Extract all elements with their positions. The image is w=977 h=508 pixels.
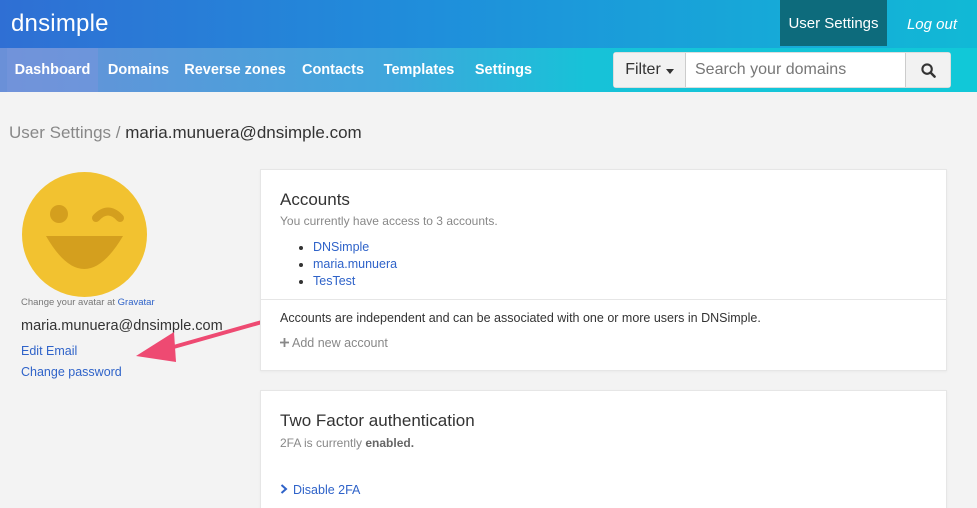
accounts-title: Accounts — [280, 190, 350, 209]
search-icon — [920, 62, 936, 78]
winking-smiley-icon — [22, 172, 147, 297]
list-item: DNSimple — [299, 240, 397, 257]
tab-dashboard[interactable]: Dashboard — [7, 48, 98, 92]
chevron-right-icon — [280, 484, 288, 494]
account-link-dnsimple[interactable]: DNSimple — [313, 240, 369, 254]
panel-divider — [261, 299, 946, 300]
accounts-panel: Accounts You currently have access to 3 … — [260, 169, 947, 371]
breadcrumb-current: maria.munuera@dnsimple.com — [125, 123, 362, 142]
twofa-title: Two Factor authentication — [280, 411, 475, 430]
filter-dropdown-button[interactable]: Filter — [614, 53, 686, 87]
plus-icon — [280, 338, 289, 347]
add-account-button[interactable]: Add new account — [280, 336, 388, 350]
accounts-note: Accounts are independent and can be asso… — [280, 311, 761, 325]
avatar-caption: Change your avatar at Gravatar — [21, 297, 155, 308]
logout-link[interactable]: Log out — [887, 0, 977, 48]
twofa-status-prefix: 2FA is currently — [280, 436, 363, 450]
twofa-status: 2FA is currently enabled. — [280, 436, 414, 450]
account-link-testest[interactable]: TesTest — [313, 274, 355, 288]
twofa-panel: Two Factor authentication 2FA is current… — [260, 390, 947, 508]
tab-contacts[interactable]: Contacts — [293, 48, 373, 92]
domain-search: Filter — [613, 52, 951, 88]
caret-down-icon — [665, 68, 674, 74]
user-settings-link[interactable]: User Settings — [780, 0, 887, 46]
tab-settings[interactable]: Settings — [465, 48, 542, 92]
breadcrumb-parent[interactable]: User Settings / — [9, 123, 121, 142]
edit-email-link[interactable]: Edit Email — [21, 344, 77, 358]
tab-reverse-zones[interactable]: Reverse zones — [178, 48, 292, 92]
search-input[interactable] — [686, 53, 905, 87]
change-password-link[interactable]: Change password — [21, 365, 122, 379]
tab-templates[interactable]: Templates — [374, 48, 464, 92]
disable-2fa-link[interactable]: Disable 2FA — [280, 483, 360, 497]
search-button[interactable] — [905, 53, 950, 87]
filter-label: Filter — [625, 61, 661, 78]
avatar-caption-text: Change your avatar at — [21, 297, 116, 308]
arrow-annotation-icon — [136, 320, 264, 362]
add-account-label: Add new account — [292, 336, 388, 350]
list-item: maria.munuera — [299, 257, 397, 274]
gravatar-link[interactable]: Gravatar — [118, 297, 155, 308]
disable-2fa-label: Disable 2FA — [293, 483, 361, 497]
list-item: TesTest — [299, 274, 397, 291]
account-link-maria-munuera[interactable]: maria.munuera — [313, 257, 397, 271]
accounts-list: DNSimple maria.munuera TesTest — [299, 240, 397, 291]
tab-domains[interactable]: Domains — [100, 48, 177, 92]
accounts-subtitle: You currently have access to 3 accounts. — [280, 214, 498, 228]
breadcrumb: User Settings / maria.munuera@dnsimple.c… — [9, 123, 362, 143]
twofa-status-value: enabled. — [365, 436, 415, 450]
dnsimple-logo[interactable]: dnsimple — [11, 10, 109, 38]
